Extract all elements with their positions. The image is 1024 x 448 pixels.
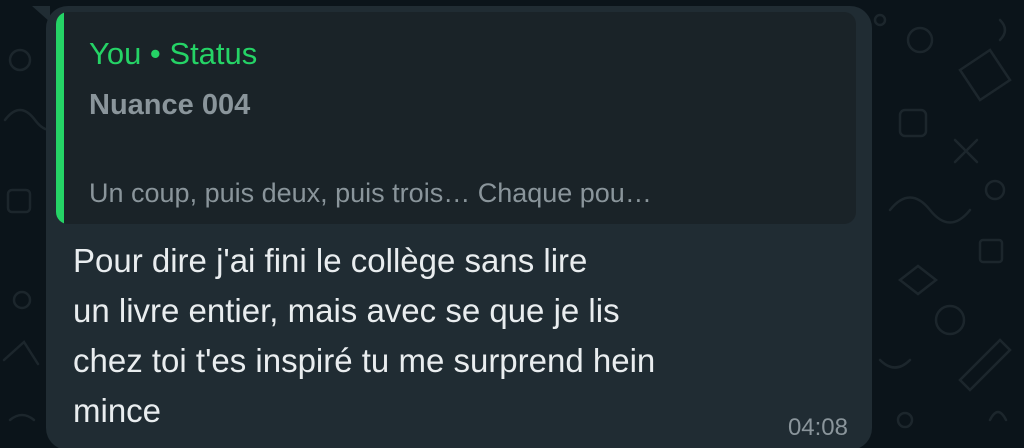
quote-title: Nuance 004 — [89, 89, 251, 121]
quote-author: You • Status — [89, 36, 258, 71]
quoted-status-preview[interactable]: You • Status Nuance 004 Un coup, puis de… — [56, 12, 856, 224]
message-line: mince — [73, 392, 162, 429]
message-line: un livre entier, mais avec se que je lis — [73, 292, 620, 329]
message-bubble[interactable]: You • Status Nuance 004 Un coup, puis de… — [46, 6, 872, 448]
message-timestamp: 04:08 — [787, 414, 848, 441]
message-text: Pour dire j'ai fini le collège sans lire… — [73, 236, 813, 436]
message-line: Pour dire j'ai fini le collège sans lire — [73, 242, 588, 279]
quote-accent-bar — [56, 12, 64, 224]
quote-snippet: Un coup, puis deux, puis trois… Chaque p… — [89, 178, 652, 208]
message-line: chez toi t'es inspiré tu me surprend hei… — [73, 342, 656, 379]
